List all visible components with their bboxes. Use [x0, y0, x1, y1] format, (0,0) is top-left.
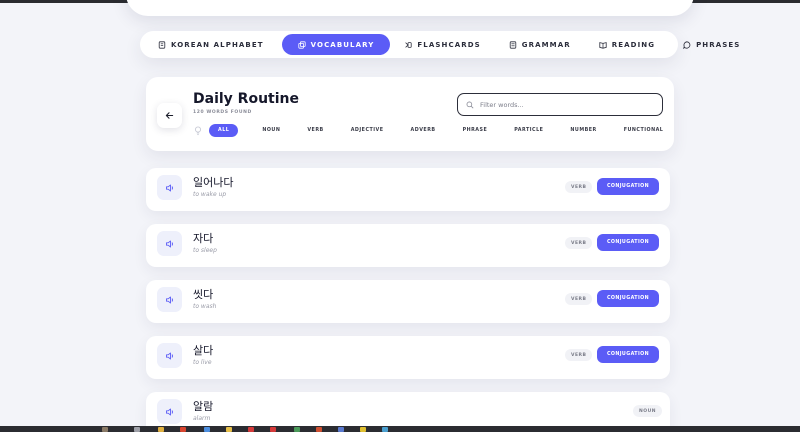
- taskbar-app-icon[interactable]: [270, 427, 276, 432]
- tab-reading[interactable]: READING: [587, 34, 667, 55]
- arrow-left-icon: [165, 112, 174, 119]
- filter-bar: ALL NOUN VERB ADJECTIVE ADVERB PHRASE PA…: [194, 124, 672, 137]
- english-meaning: to wake up: [193, 191, 227, 198]
- chat-icon: [683, 40, 691, 49]
- play-audio-button[interactable]: [157, 399, 182, 424]
- taskbar-app-icon[interactable]: [102, 427, 108, 432]
- search-icon: [466, 101, 474, 108]
- tab-flashcards[interactable]: FLASHCARDS: [392, 34, 492, 55]
- filter-all[interactable]: ALL: [209, 124, 239, 137]
- speaker-icon: [165, 184, 173, 191]
- taskbar-app-icon[interactable]: [134, 427, 140, 432]
- taskbar-app-icon[interactable]: [204, 427, 210, 432]
- open-book-icon: [599, 41, 607, 49]
- tab-label: KOREAN ALPHABET: [171, 40, 264, 49]
- cards-icon: [298, 40, 306, 49]
- taskbar-app-icon[interactable]: [226, 427, 232, 432]
- book-icon: [158, 40, 166, 49]
- play-audio-button[interactable]: [157, 175, 182, 200]
- filter-phrase[interactable]: PHRASE: [454, 124, 497, 137]
- top-header-card: [126, 0, 694, 16]
- taskbar-app-icon[interactable]: [316, 427, 322, 432]
- taskbar-app-icon[interactable]: [158, 427, 164, 432]
- conjugation-button[interactable]: CONJUGATION: [597, 346, 659, 363]
- list-item: 살다 to live VERB CONJUGATION: [146, 336, 670, 379]
- english-meaning: alarm: [193, 415, 211, 422]
- filter-adjective[interactable]: ADJECTIVE: [342, 124, 393, 137]
- taskbar-app-icon[interactable]: [248, 427, 254, 432]
- taskbar-app-icon[interactable]: [382, 427, 388, 432]
- conjugation-button[interactable]: CONJUGATION: [597, 290, 659, 307]
- korean-word: 살다: [193, 344, 214, 357]
- tab-label: VOCABULARY: [310, 40, 375, 49]
- list-item: 자다 to sleep VERB CONJUGATION: [146, 224, 670, 267]
- taskbar-app-icon[interactable]: [360, 427, 366, 432]
- grammar-icon: [509, 40, 516, 49]
- korean-word: 자다: [193, 232, 214, 245]
- tab-phrases[interactable]: PHRASES: [671, 34, 752, 55]
- page-title: Daily Routine: [193, 91, 299, 107]
- english-meaning: to sleep: [193, 247, 217, 254]
- search-box: [457, 93, 663, 116]
- speaker-icon: [165, 352, 173, 359]
- taskbar-app-icon[interactable]: [338, 427, 344, 432]
- part-of-speech-badge: VERB: [565, 349, 593, 361]
- filter-verb[interactable]: VERB: [298, 124, 332, 137]
- flashcard-icon: [405, 41, 413, 48]
- word-count: 120 WORDS FOUND: [193, 110, 252, 115]
- play-audio-button[interactable]: [157, 287, 182, 312]
- conjugation-button[interactable]: CONJUGATION: [597, 178, 659, 195]
- main-nav: KOREAN ALPHABET VOCABULARY FLASHCARDS GR…: [140, 31, 739, 58]
- part-of-speech-badge: VERB: [565, 293, 593, 305]
- speaker-icon: [165, 296, 173, 303]
- filter-functional[interactable]: FUNCTIONAL: [615, 124, 673, 137]
- category-header: Daily Routine 120 WORDS FOUND ALL NOUN V…: [146, 77, 674, 151]
- english-meaning: to wash: [193, 303, 217, 310]
- speaker-icon: [165, 408, 173, 415]
- play-audio-button[interactable]: [157, 231, 182, 256]
- filter-number[interactable]: NUMBER: [561, 124, 605, 137]
- tab-label: PHRASES: [696, 40, 741, 49]
- tab-grammar[interactable]: GRAMMAR: [497, 34, 583, 55]
- part-of-speech-badge: VERB: [565, 237, 593, 249]
- filter-adverb[interactable]: ADVERB: [402, 124, 445, 137]
- english-meaning: to live: [193, 359, 212, 366]
- back-button[interactable]: [157, 103, 182, 128]
- speaker-icon: [165, 240, 173, 247]
- taskbar: [0, 426, 800, 432]
- play-audio-button[interactable]: [157, 343, 182, 368]
- korean-word: 일어나다: [193, 176, 234, 189]
- tab-label: READING: [611, 40, 656, 49]
- taskbar-app-icon[interactable]: [294, 427, 300, 432]
- lightbulb-icon: [194, 125, 202, 135]
- tab-label: FLASHCARDS: [417, 40, 481, 49]
- list-item: 씻다 to wash VERB CONJUGATION: [146, 280, 670, 323]
- part-of-speech-badge: VERB: [565, 181, 593, 193]
- korean-word: 알람: [193, 400, 214, 413]
- list-item: 일어나다 to wake up VERB CONJUGATION: [146, 168, 670, 211]
- filter-particle[interactable]: PARTICLE: [505, 124, 552, 137]
- taskbar-app-icon[interactable]: [180, 427, 186, 432]
- conjugation-button[interactable]: CONJUGATION: [597, 234, 659, 251]
- korean-word: 씻다: [193, 288, 214, 301]
- tab-vocabulary[interactable]: VOCABULARY: [281, 34, 391, 55]
- tab-korean-alphabet[interactable]: KOREAN ALPHABET: [146, 34, 276, 55]
- filter-noun[interactable]: NOUN: [253, 124, 289, 137]
- part-of-speech-badge: NOUN: [633, 405, 663, 417]
- tab-label: GRAMMAR: [521, 40, 571, 49]
- search-input[interactable]: [480, 100, 650, 109]
